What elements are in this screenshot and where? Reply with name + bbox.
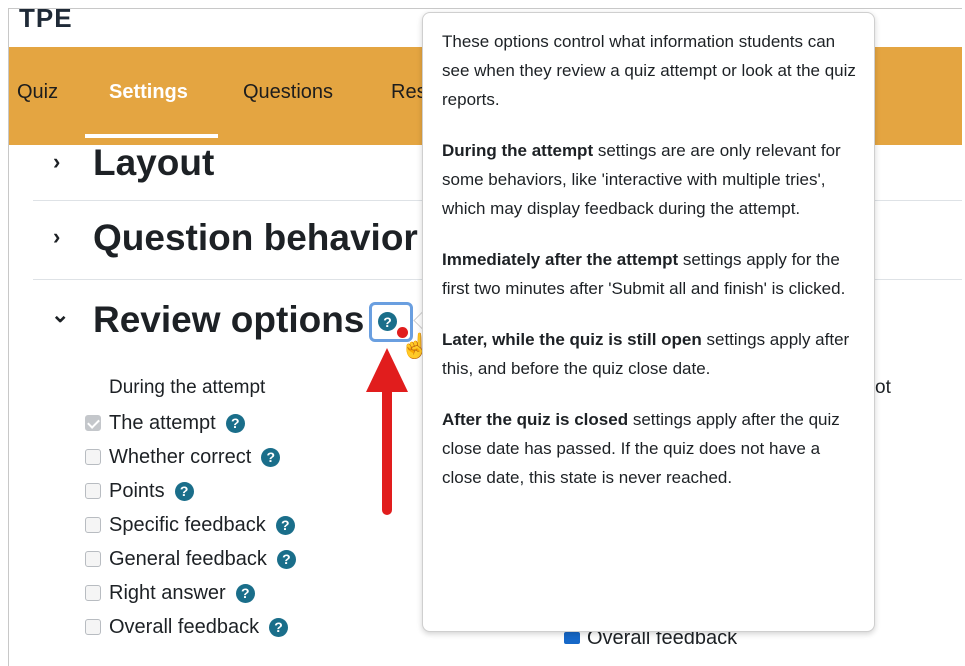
option-label: Overall feedback xyxy=(109,615,260,638)
help-icon[interactable]: ? xyxy=(269,617,289,637)
section-layout-heading[interactable]: Layout xyxy=(93,142,214,184)
checkbox-specific-feedback[interactable] xyxy=(85,517,101,533)
popover-immediately: Immediately after the attempt settings a… xyxy=(442,245,856,303)
help-icon[interactable]: ? xyxy=(225,413,245,433)
tab-settings[interactable]: Settings xyxy=(109,81,188,104)
checkbox-points[interactable] xyxy=(85,483,101,499)
checkbox-checked-partial[interactable] xyxy=(564,632,580,644)
option-label: Right answer xyxy=(109,581,226,604)
checkbox-overall-feedback[interactable] xyxy=(85,619,101,635)
popover-after-closed: After the quiz is closed settings apply … xyxy=(442,405,856,492)
option-overall-feedback[interactable]: Overall feedback ? xyxy=(85,615,289,639)
popover-later: Later, while the quiz is still open sett… xyxy=(442,325,856,383)
option-right-answer[interactable]: Right answer ? xyxy=(85,581,255,605)
chevron-down-icon[interactable]: ⌄ xyxy=(51,302,69,328)
option-specific-feedback[interactable]: Specific feedback ? xyxy=(85,513,295,537)
option-label: Specific feedback xyxy=(109,513,266,536)
help-popover: These options control what information s… xyxy=(422,12,875,632)
section-question-behavior-heading[interactable]: Question behavior xyxy=(93,217,418,259)
checkbox-right-answer[interactable] xyxy=(85,585,101,601)
tab-quiz[interactable]: Quiz xyxy=(17,81,58,104)
option-label: Points xyxy=(109,479,165,502)
help-icon[interactable]: ? xyxy=(235,583,255,603)
popover-during: During the attempt settings are are only… xyxy=(442,136,856,223)
option-whether-correct[interactable]: Whether correct ? xyxy=(85,445,281,469)
help-icon[interactable]: ? xyxy=(174,481,194,501)
during-attempt-column-heading: During the attempt xyxy=(109,377,266,398)
tab-questions[interactable]: Questions xyxy=(243,81,333,104)
option-label: Whether correct xyxy=(109,445,252,468)
option-label: The attempt xyxy=(109,411,216,434)
checkbox-general-feedback[interactable] xyxy=(85,551,101,567)
popover-bold: Immediately after the attempt xyxy=(442,250,679,269)
help-icon[interactable]: ? xyxy=(261,447,281,467)
popover-bold: During the attempt xyxy=(442,141,594,160)
section-review-options-heading[interactable]: Review options xyxy=(93,299,364,341)
help-icon[interactable]: ? xyxy=(276,549,296,569)
option-general-feedback[interactable]: General feedback ? xyxy=(85,547,296,571)
help-icon[interactable]: ? xyxy=(275,515,295,535)
help-icon[interactable]: ? xyxy=(378,312,397,331)
option-points[interactable]: Points ? xyxy=(85,479,194,503)
option-the-attempt: The attempt ? xyxy=(85,411,245,435)
checkbox-the-attempt xyxy=(85,415,101,431)
chevron-right-icon[interactable]: › xyxy=(53,224,60,250)
popover-bold: Later, while the quiz is still open xyxy=(442,330,702,349)
checkbox-whether-correct[interactable] xyxy=(85,449,101,465)
option-label: General feedback xyxy=(109,547,267,570)
active-tab-indicator xyxy=(85,134,218,138)
annotation-arrow-shaft xyxy=(382,391,392,515)
popover-bold: After the quiz is closed xyxy=(442,410,629,429)
annotation-arrow-head xyxy=(366,348,408,392)
popover-intro: These options control what information s… xyxy=(442,32,856,109)
site-logo: TPE xyxy=(19,8,73,33)
later-column-heading-partial: ot xyxy=(875,377,891,398)
browser-frame: TPE Quiz Settings Questions Res › Layout… xyxy=(8,8,962,666)
chevron-right-icon[interactable]: › xyxy=(53,149,60,175)
